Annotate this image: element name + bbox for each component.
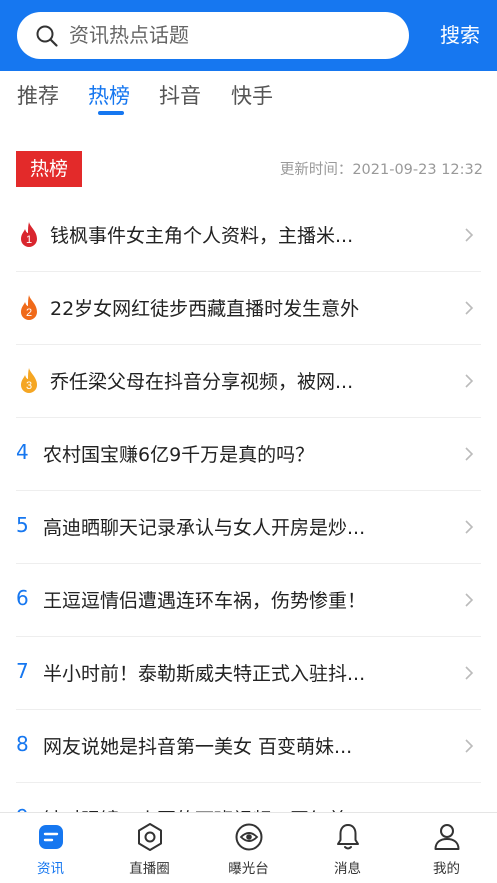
rank-number: 7 [16,659,29,683]
bottom-tab-bar: 资讯 直播圈 曝光台 消息 我的 [0,812,497,883]
svg-text:1: 1 [26,234,32,246]
category-tabs: 推荐 热榜 抖音 快手 [0,71,497,123]
list-item-title: 农村国宝赚6亿9千万是真的吗？ [43,444,315,466]
list-item[interactable]: 8 网友说她是抖音第一美女 百变萌妹... [0,710,497,783]
hot-list-badge: 热榜 [16,151,82,187]
list-item[interactable]: 5 高迪晒聊天记录承认与女人开房是炒... [0,491,497,564]
rank-number: 6 [16,586,29,610]
tabbar-label: 直播圈 [129,861,170,877]
active-tab-indicator [98,111,124,115]
list-item-title: 半小时前！泰勒斯威夫特正式入驻抖... [43,663,366,685]
tabbar-label: 曝光台 [228,861,269,877]
eye-icon [235,823,263,851]
svg-text:2: 2 [26,307,32,319]
tabbar-item-mine[interactable]: 我的 [397,813,496,883]
chevron-right-icon [465,228,474,242]
tab-recommend[interactable]: 推荐 [17,80,59,110]
update-time: 更新时间：2021-09-23 12:32 [279,162,483,178]
list-item[interactable]: 7 半小时前！泰勒斯威夫特正式入驻抖... [0,637,497,710]
search-input[interactable]: 资讯热点话题 [17,12,409,59]
chevron-right-icon [465,593,474,607]
tabbar-item-exposure[interactable]: 曝光台 [199,813,298,883]
chevron-right-icon [465,447,474,461]
chevron-right-icon [465,301,474,315]
list-item[interactable]: 3 乔任梁父母在抖音分享视频，被网... [0,345,497,418]
app-header: 资讯热点话题 搜索 [0,0,497,71]
list-item-title: 22岁女网红徒步西藏直播时发生意外 [50,298,360,320]
tabbar-label: 我的 [433,861,460,877]
flame-rank-icon: 3 [21,368,37,393]
tab-hot[interactable]: 热榜 [88,80,130,110]
list-item-title: 王逗逗情侣遭遇连环车祸，伤势惨重！ [43,590,367,612]
tab-douyin[interactable]: 抖音 [159,80,201,110]
list-item-title: 高迪晒聊天记录承认与女人开房是炒... [43,517,366,539]
search-placeholder: 资讯热点话题 [69,23,189,47]
svg-text:3: 3 [26,380,32,392]
user-icon [434,824,460,850]
list-item-title: 网友说她是抖音第一美女 百变萌妹... [43,736,353,758]
tabbar-item-messages[interactable]: 消息 [298,813,397,883]
live-hexagon-icon [138,823,162,851]
flame-rank-icon: 1 [21,222,37,247]
chevron-right-icon [465,739,474,753]
list-item-title: 钱枫事件女主角个人资料，主播米... [50,225,354,247]
rank-number: 5 [16,513,29,537]
bell-icon [337,824,359,850]
search-icon [36,25,58,47]
news-icon [39,825,63,849]
rank-number: 4 [16,440,29,464]
chevron-right-icon [465,520,474,534]
tabbar-label: 资讯 [37,861,64,877]
tabbar-item-news[interactable]: 资讯 [1,813,100,883]
list-item-title: 乔任梁父母在抖音分享视频，被网... [50,371,354,393]
list-item[interactable]: 2 22岁女网红徒步西藏直播时发生意外 [0,272,497,345]
rank-number: 8 [16,732,29,756]
search-button[interactable]: 搜索 [430,12,490,59]
list-item[interactable]: 1 钱枫事件女主角个人资料，主播米... [0,199,497,272]
list-item[interactable]: 6 王逗逗情侣遭遇连环车祸，伤势惨重！ [0,564,497,637]
list-item[interactable]: 4 农村国宝赚6亿9千万是真的吗？ [0,418,497,491]
tab-kuaishou[interactable]: 快手 [231,80,273,110]
chevron-right-icon [465,666,474,680]
tabbar-label: 消息 [334,861,361,877]
chevron-right-icon [465,374,474,388]
flame-rank-icon: 2 [21,295,37,320]
tabbar-item-live[interactable]: 直播圈 [100,813,199,883]
